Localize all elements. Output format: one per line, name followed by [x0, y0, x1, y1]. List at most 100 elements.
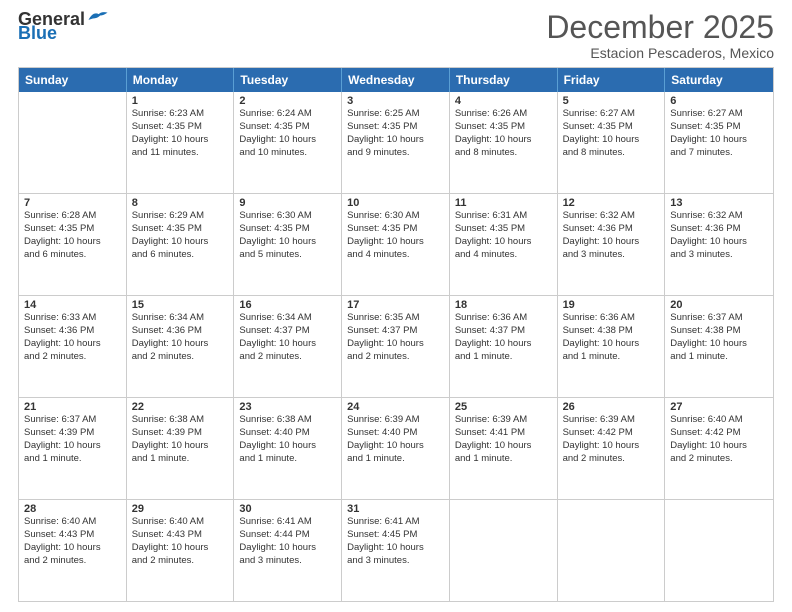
day-info: Sunrise: 6:27 AM Sunset: 4:35 PM Dayligh…: [563, 108, 660, 159]
day-number: 22: [132, 401, 229, 413]
calendar-day-24: 24Sunrise: 6:39 AM Sunset: 4:40 PM Dayli…: [342, 398, 450, 499]
page: General Blue December 2025 Estacion Pesc…: [0, 0, 792, 612]
calendar-day-11: 11Sunrise: 6:31 AM Sunset: 4:35 PM Dayli…: [450, 194, 558, 295]
calendar-day-16: 16Sunrise: 6:34 AM Sunset: 4:37 PM Dayli…: [234, 296, 342, 397]
day-number: 4: [455, 95, 552, 107]
day-info: Sunrise: 6:34 AM Sunset: 4:37 PM Dayligh…: [239, 312, 336, 363]
day-info: Sunrise: 6:31 AM Sunset: 4:35 PM Dayligh…: [455, 210, 552, 261]
header-cell-friday: Friday: [558, 68, 666, 92]
calendar-day-21: 21Sunrise: 6:37 AM Sunset: 4:39 PM Dayli…: [19, 398, 127, 499]
day-number: 11: [455, 197, 552, 209]
day-number: 24: [347, 401, 444, 413]
calendar-day-7: 7Sunrise: 6:28 AM Sunset: 4:35 PM Daylig…: [19, 194, 127, 295]
calendar-day-31: 31Sunrise: 6:41 AM Sunset: 4:45 PM Dayli…: [342, 500, 450, 601]
day-number: 31: [347, 503, 444, 515]
calendar-day-17: 17Sunrise: 6:35 AM Sunset: 4:37 PM Dayli…: [342, 296, 450, 397]
calendar-day-empty: [450, 500, 558, 601]
day-number: 17: [347, 299, 444, 311]
calendar-day-empty: [558, 500, 666, 601]
calendar-day-5: 5Sunrise: 6:27 AM Sunset: 4:35 PM Daylig…: [558, 92, 666, 193]
calendar-day-1: 1Sunrise: 6:23 AM Sunset: 4:35 PM Daylig…: [127, 92, 235, 193]
day-number: 15: [132, 299, 229, 311]
location-subtitle: Estacion Pescaderos, Mexico: [546, 45, 774, 61]
day-number: 2: [239, 95, 336, 107]
calendar-body: 1Sunrise: 6:23 AM Sunset: 4:35 PM Daylig…: [19, 92, 773, 601]
day-number: 14: [24, 299, 121, 311]
day-info: Sunrise: 6:41 AM Sunset: 4:45 PM Dayligh…: [347, 516, 444, 567]
calendar-day-29: 29Sunrise: 6:40 AM Sunset: 4:43 PM Dayli…: [127, 500, 235, 601]
calendar-day-19: 19Sunrise: 6:36 AM Sunset: 4:38 PM Dayli…: [558, 296, 666, 397]
day-info: Sunrise: 6:24 AM Sunset: 4:35 PM Dayligh…: [239, 108, 336, 159]
day-info: Sunrise: 6:28 AM Sunset: 4:35 PM Dayligh…: [24, 210, 121, 261]
calendar-day-15: 15Sunrise: 6:34 AM Sunset: 4:36 PM Dayli…: [127, 296, 235, 397]
calendar-day-4: 4Sunrise: 6:26 AM Sunset: 4:35 PM Daylig…: [450, 92, 558, 193]
calendar-header-row: SundayMondayTuesdayWednesdayThursdayFrid…: [19, 68, 773, 92]
header-cell-monday: Monday: [127, 68, 235, 92]
day-number: 12: [563, 197, 660, 209]
header-cell-wednesday: Wednesday: [342, 68, 450, 92]
day-number: 18: [455, 299, 552, 311]
calendar-week-2: 7Sunrise: 6:28 AM Sunset: 4:35 PM Daylig…: [19, 193, 773, 295]
day-info: Sunrise: 6:33 AM Sunset: 4:36 PM Dayligh…: [24, 312, 121, 363]
day-number: 19: [563, 299, 660, 311]
logo-blue: Blue: [18, 24, 57, 42]
day-number: 9: [239, 197, 336, 209]
day-info: Sunrise: 6:23 AM Sunset: 4:35 PM Dayligh…: [132, 108, 229, 159]
calendar-day-6: 6Sunrise: 6:27 AM Sunset: 4:35 PM Daylig…: [665, 92, 773, 193]
day-number: 30: [239, 503, 336, 515]
day-number: 27: [670, 401, 768, 413]
day-info: Sunrise: 6:27 AM Sunset: 4:35 PM Dayligh…: [670, 108, 768, 159]
day-info: Sunrise: 6:32 AM Sunset: 4:36 PM Dayligh…: [563, 210, 660, 261]
day-number: 26: [563, 401, 660, 413]
calendar-day-20: 20Sunrise: 6:37 AM Sunset: 4:38 PM Dayli…: [665, 296, 773, 397]
day-info: Sunrise: 6:34 AM Sunset: 4:36 PM Dayligh…: [132, 312, 229, 363]
calendar: SundayMondayTuesdayWednesdayThursdayFrid…: [18, 67, 774, 602]
day-info: Sunrise: 6:32 AM Sunset: 4:36 PM Dayligh…: [670, 210, 768, 261]
calendar-week-1: 1Sunrise: 6:23 AM Sunset: 4:35 PM Daylig…: [19, 92, 773, 193]
day-info: Sunrise: 6:39 AM Sunset: 4:40 PM Dayligh…: [347, 414, 444, 465]
day-number: 28: [24, 503, 121, 515]
day-number: 10: [347, 197, 444, 209]
day-info: Sunrise: 6:36 AM Sunset: 4:38 PM Dayligh…: [563, 312, 660, 363]
calendar-day-26: 26Sunrise: 6:39 AM Sunset: 4:42 PM Dayli…: [558, 398, 666, 499]
day-info: Sunrise: 6:30 AM Sunset: 4:35 PM Dayligh…: [239, 210, 336, 261]
calendar-day-23: 23Sunrise: 6:38 AM Sunset: 4:40 PM Dayli…: [234, 398, 342, 499]
day-number: 6: [670, 95, 768, 107]
calendar-day-14: 14Sunrise: 6:33 AM Sunset: 4:36 PM Dayli…: [19, 296, 127, 397]
day-number: 25: [455, 401, 552, 413]
day-number: 20: [670, 299, 768, 311]
calendar-day-12: 12Sunrise: 6:32 AM Sunset: 4:36 PM Dayli…: [558, 194, 666, 295]
day-info: Sunrise: 6:41 AM Sunset: 4:44 PM Dayligh…: [239, 516, 336, 567]
day-info: Sunrise: 6:35 AM Sunset: 4:37 PM Dayligh…: [347, 312, 444, 363]
calendar-day-9: 9Sunrise: 6:30 AM Sunset: 4:35 PM Daylig…: [234, 194, 342, 295]
title-block: December 2025 Estacion Pescaderos, Mexic…: [546, 10, 774, 61]
day-info: Sunrise: 6:37 AM Sunset: 4:39 PM Dayligh…: [24, 414, 121, 465]
calendar-day-22: 22Sunrise: 6:38 AM Sunset: 4:39 PM Dayli…: [127, 398, 235, 499]
day-info: Sunrise: 6:40 AM Sunset: 4:43 PM Dayligh…: [132, 516, 229, 567]
calendar-week-4: 21Sunrise: 6:37 AM Sunset: 4:39 PM Dayli…: [19, 397, 773, 499]
day-info: Sunrise: 6:37 AM Sunset: 4:38 PM Dayligh…: [670, 312, 768, 363]
day-number: 23: [239, 401, 336, 413]
day-info: Sunrise: 6:40 AM Sunset: 4:43 PM Dayligh…: [24, 516, 121, 567]
day-info: Sunrise: 6:38 AM Sunset: 4:40 PM Dayligh…: [239, 414, 336, 465]
day-info: Sunrise: 6:39 AM Sunset: 4:41 PM Dayligh…: [455, 414, 552, 465]
calendar-day-2: 2Sunrise: 6:24 AM Sunset: 4:35 PM Daylig…: [234, 92, 342, 193]
header-cell-sunday: Sunday: [19, 68, 127, 92]
day-info: Sunrise: 6:30 AM Sunset: 4:35 PM Dayligh…: [347, 210, 444, 261]
day-number: 16: [239, 299, 336, 311]
day-info: Sunrise: 6:29 AM Sunset: 4:35 PM Dayligh…: [132, 210, 229, 261]
day-number: 13: [670, 197, 768, 209]
day-info: Sunrise: 6:36 AM Sunset: 4:37 PM Dayligh…: [455, 312, 552, 363]
calendar-day-25: 25Sunrise: 6:39 AM Sunset: 4:41 PM Dayli…: [450, 398, 558, 499]
header-cell-thursday: Thursday: [450, 68, 558, 92]
day-info: Sunrise: 6:26 AM Sunset: 4:35 PM Dayligh…: [455, 108, 552, 159]
logo-bird-icon: [87, 8, 109, 26]
calendar-day-empty: [19, 92, 127, 193]
calendar-day-13: 13Sunrise: 6:32 AM Sunset: 4:36 PM Dayli…: [665, 194, 773, 295]
calendar-week-5: 28Sunrise: 6:40 AM Sunset: 4:43 PM Dayli…: [19, 499, 773, 601]
header: General Blue December 2025 Estacion Pesc…: [18, 10, 774, 61]
calendar-week-3: 14Sunrise: 6:33 AM Sunset: 4:36 PM Dayli…: [19, 295, 773, 397]
day-info: Sunrise: 6:40 AM Sunset: 4:42 PM Dayligh…: [670, 414, 768, 465]
day-number: 8: [132, 197, 229, 209]
calendar-day-3: 3Sunrise: 6:25 AM Sunset: 4:35 PM Daylig…: [342, 92, 450, 193]
